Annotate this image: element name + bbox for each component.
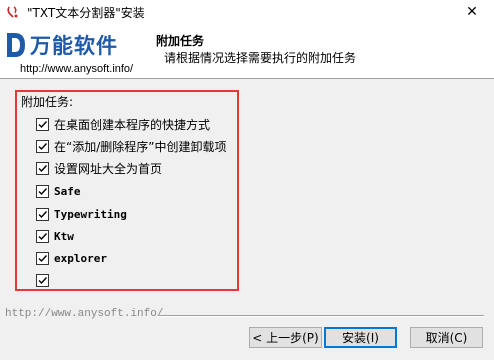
checkmark-icon (38, 187, 48, 195)
task-unnamed[interactable] (36, 272, 54, 288)
task-checkbox[interactable] (36, 273, 49, 287)
additional-tasks-panel: 附加任务: 在桌面创建本程序的快捷方式 在“添加/删除程序”中创建卸载项 设置网… (15, 90, 239, 291)
checkmark-icon (38, 164, 48, 172)
task-label: 设置网址大全为首页 (54, 161, 163, 176)
task-typewriting[interactable]: Typewriting (36, 206, 127, 222)
close-icon: ✕ (466, 4, 478, 20)
task-label: 在桌面创建本程序的快捷方式 (54, 117, 211, 132)
back-button[interactable]: < 上一步(P) (249, 327, 322, 348)
checkmark-icon (38, 254, 48, 262)
task-explorer[interactable]: explorer (36, 250, 107, 266)
title-bar: "TXT文本分割器"安装 ✕ (0, 0, 494, 24)
page-title: 附加任务 (156, 34, 205, 48)
task-checkbox[interactable] (36, 229, 49, 243)
task-checkbox[interactable] (36, 251, 49, 265)
task-uninstall-entry[interactable]: 在“添加/删除程序”中创建卸载项 (36, 138, 226, 154)
cancel-button[interactable]: 取消(C) (410, 327, 483, 348)
logo-text: 万能软件 (30, 34, 118, 58)
task-ktw[interactable]: Ktw (36, 228, 74, 244)
task-label: 在“添加/删除程序”中创建卸载项 (54, 139, 227, 154)
task-checkbox[interactable] (36, 139, 49, 153)
brand-logo: 万能软件 http://www.anysoft.info/ (6, 30, 146, 78)
footer-divider (158, 315, 484, 317)
checkmark-icon (38, 276, 48, 284)
page-subtitle: 请根据情况选择需要执行的附加任务 (164, 51, 357, 65)
task-checkbox[interactable] (36, 207, 49, 221)
logo-url: http://www.anysoft.info/ (20, 63, 134, 75)
installer-icon (5, 4, 21, 20)
task-checkbox[interactable] (36, 184, 49, 198)
task-label: explorer (54, 251, 107, 265)
tasks-heading: 附加任务: (21, 95, 74, 109)
checkmark-icon (38, 210, 48, 218)
task-checkbox[interactable] (36, 161, 49, 175)
task-safe[interactable]: Safe (36, 183, 81, 199)
task-label: Typewriting (54, 207, 127, 221)
logo-d-icon (7, 33, 25, 57)
task-checkbox[interactable] (36, 117, 49, 131)
wizard-header: 万能软件 http://www.anysoft.info/ 附加任务 请根据情况… (0, 24, 494, 79)
close-button[interactable]: ✕ (450, 0, 494, 24)
checkmark-icon (38, 120, 48, 128)
task-set-homepage[interactable]: 设置网址大全为首页 (36, 160, 162, 176)
task-desktop-shortcut[interactable]: 在桌面创建本程序的快捷方式 (36, 116, 210, 132)
task-label: Safe (54, 184, 81, 198)
footer-url: http://www.anysoft.info/ (5, 308, 164, 320)
window-title: "TXT文本分割器"安装 (27, 5, 145, 20)
checkmark-icon (38, 142, 48, 150)
install-button[interactable]: 安装(I) (324, 327, 397, 348)
checkmark-icon (38, 232, 48, 240)
task-label: Ktw (54, 229, 74, 243)
